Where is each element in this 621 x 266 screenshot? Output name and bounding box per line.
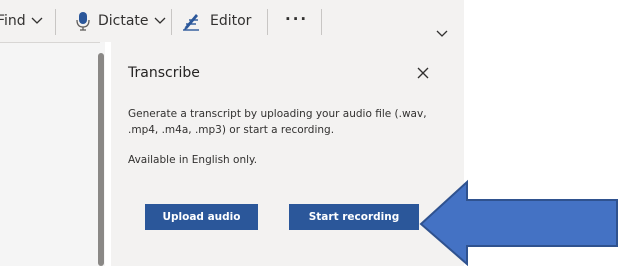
ribbon-toolbar: Find Dictate Editor ··· (0, 0, 464, 42)
ribbon-divider (55, 9, 56, 35)
pane-description: Generate a transcript by uploading your … (128, 108, 427, 136)
upload-audio-button[interactable]: Upload audio (145, 204, 258, 230)
microphone-icon (76, 12, 90, 31)
dictate-button[interactable]: Dictate (76, 10, 167, 32)
transcribe-pane: Transcribe Generate a transcript by uplo… (111, 42, 464, 266)
availability-note: Available in English only. (128, 154, 258, 166)
document-margin (0, 42, 105, 266)
find-button[interactable]: Find (0, 10, 44, 32)
close-icon[interactable] (416, 66, 430, 80)
ribbon-divider (267, 9, 268, 35)
pane-title: Transcribe (128, 65, 200, 81)
chevron-down-icon (31, 17, 43, 24)
document-divider (0, 42, 100, 43)
find-label: Find (0, 13, 26, 29)
arrow-left-icon (419, 179, 618, 266)
vertical-scrollbar[interactable] (98, 53, 104, 266)
start-recording-button[interactable]: Start recording (289, 204, 419, 230)
editor-button[interactable]: Editor (181, 10, 251, 32)
dictate-label: Dictate (98, 13, 149, 29)
editor-label: Editor (210, 13, 252, 29)
ribbon-expand-chevron-icon[interactable] (436, 30, 448, 38)
ribbon-divider (171, 9, 172, 35)
chevron-down-icon (154, 17, 166, 24)
more-options-label: ··· (285, 10, 309, 28)
more-options-button[interactable]: ··· (285, 8, 308, 30)
ribbon-divider (321, 9, 322, 35)
editor-pen-icon (183, 14, 199, 31)
